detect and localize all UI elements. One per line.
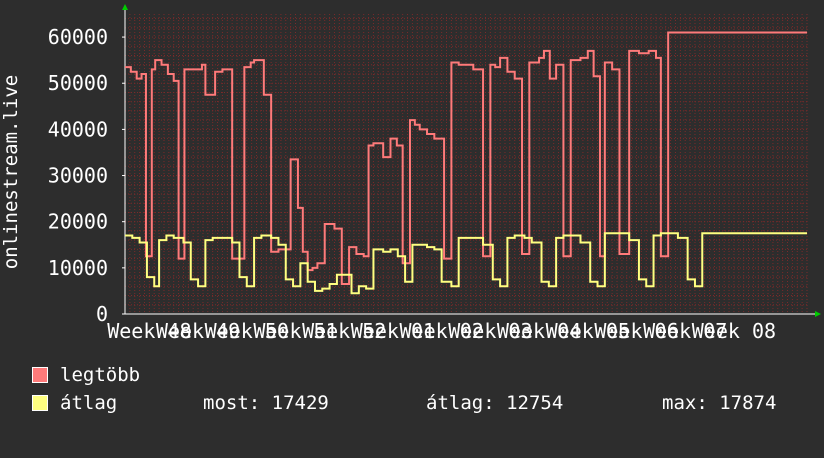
grid <box>124 14 808 315</box>
y-axis-arrow <box>122 4 128 10</box>
y-tick-label: 10000 <box>48 256 108 280</box>
y-tick-label: 50000 <box>48 71 108 95</box>
stat-most: most: 17429 <box>203 392 329 414</box>
y-tick-label: 60000 <box>48 25 108 49</box>
x-axis-arrow <box>815 311 821 317</box>
stat-max: max: 17874 <box>662 392 777 414</box>
y-tick-label: 0 <box>96 302 108 326</box>
legend-item-atlag: átlag <box>32 392 117 458</box>
x-tick-label: Week 08 <box>692 319 776 340</box>
y-tick-label: 30000 <box>48 164 108 188</box>
legend-label-legtobb: legtöbb <box>60 364 141 386</box>
legend-swatch-atlag <box>32 395 48 411</box>
line-chart: 0100002000030000400005000060000Week 48We… <box>0 4 821 340</box>
y-axis-label: onlinestream.live <box>0 75 22 269</box>
legend-swatch-legtobb <box>32 367 48 383</box>
y-tick-label: 20000 <box>48 210 108 234</box>
legend-label-atlag: átlag <box>60 392 118 414</box>
y-tick-label: 40000 <box>48 117 108 141</box>
stat-atlag: átlag: 12754 <box>426 392 564 414</box>
